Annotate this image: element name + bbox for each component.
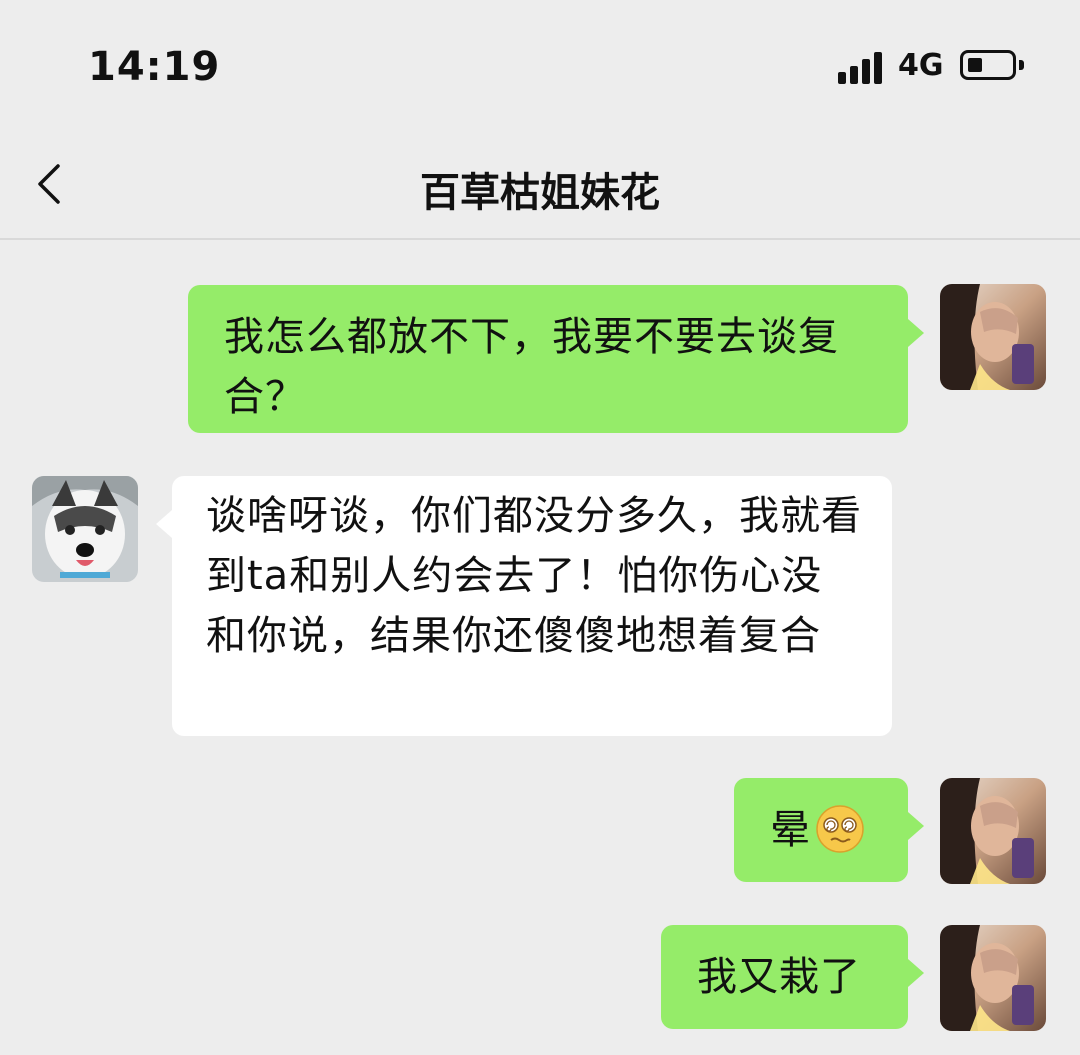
network-type: 4G [898,48,944,83]
battery-level [968,58,982,72]
chat-title: 百草枯姐妹花 [420,170,660,216]
status-time: 14:19 [88,44,221,90]
message-text: 谈啥呀谈，你们都没分多久，我就看到ta和别人约会去了！怕你伤心没和你说，结果你还… [206,493,862,659]
message-bubble-sent[interactable]: 我又栽了 [661,925,924,1029]
my-avatar[interactable] [940,284,1046,390]
battery-tip [1019,60,1024,70]
message-bubble-sent[interactable]: 我怎么都放不下，我要不要去谈复合？ [188,285,924,433]
my-avatar[interactable] [940,778,1046,884]
chat-header: 百草枯姐妹花 [0,130,1080,240]
dizzy-face-emoji [815,804,865,854]
message-bubble-received[interactable]: 谈啥呀谈，你们都没分多久，我就看到ta和别人约会去了！怕你伤心没和你说，结果你还… [156,476,892,736]
my-avatar[interactable] [940,925,1046,1031]
friend-avatar[interactable] [32,476,138,582]
message-text: 我怎么都放不下，我要不要去谈复合？ [224,314,839,420]
status-bar: 14:19 4G [0,0,1080,130]
message-list[interactable]: 我怎么都放不下，我要不要去谈复合？ 谈啥呀谈，你们都没分多久，我就看到ta和别人… [0,240,1080,1055]
message-text: 我又栽了 [697,954,861,1000]
battery-icon [960,50,1016,80]
message-text: 晕 [770,807,811,853]
signal-icon [838,50,886,84]
message-bubble-sent[interactable]: 晕 [734,778,924,882]
